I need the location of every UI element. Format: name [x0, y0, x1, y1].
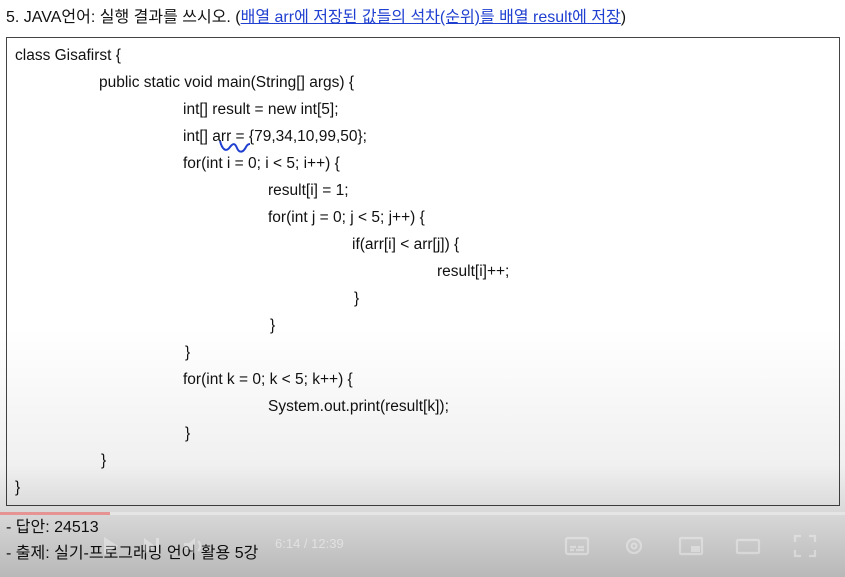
code-line: }	[185, 425, 191, 442]
code-line: }	[15, 479, 21, 496]
code-line: result[i]++;	[437, 263, 510, 280]
progress-bar[interactable]	[0, 512, 845, 515]
question-title: 5. JAVA언어: 실행 결과를 쓰시오. (배열 arr에 저장된 값들의 …	[6, 8, 841, 28]
subtitles-icon[interactable]	[563, 532, 591, 560]
code-line: }	[101, 452, 107, 469]
code-line: if(arr[i] < arr[j]) {	[352, 236, 460, 253]
code-line: System.out.print(result[k]);	[268, 398, 449, 415]
code-line: }	[185, 344, 191, 361]
next-icon[interactable]	[138, 532, 166, 560]
volume-icon[interactable]	[180, 532, 208, 560]
code-line: }	[354, 290, 360, 307]
play-icon[interactable]	[96, 532, 124, 560]
code-line: int[] result = new int[5];	[183, 101, 339, 118]
settings-icon[interactable]	[620, 532, 648, 560]
question-suffix: )	[620, 9, 627, 26]
code-line: for(int j = 0; j < 5; j++) {	[268, 209, 425, 226]
answer-line: - 답안: 24513	[6, 519, 99, 536]
question-prefix: 5. JAVA언어: 실행 결과를 쓰시오. (	[6, 9, 241, 26]
code-line: for(int k = 0; k < 5; k++) {	[183, 371, 353, 388]
progress-fill	[0, 512, 110, 515]
question-hint: 배열 arr에 저장된 값들의 석차(순위)를 배열 result에 저장	[240, 9, 621, 26]
code-line: for(int i = 0; i < 5; i++) {	[183, 155, 340, 172]
code-box: class Gisafirst { public static void mai…	[6, 37, 840, 506]
code-line: }	[270, 317, 276, 334]
code-line: int[] arr = {79,34,10,99,50};	[183, 128, 367, 145]
code-line: result[i] = 1;	[268, 182, 349, 199]
code-line: class Gisafirst {	[15, 47, 121, 64]
miniplayer-icon[interactable]	[677, 532, 705, 560]
code-line: public static void main(String[] args) {	[99, 74, 354, 91]
source-line: - 출제: 실기-프로그래밍 언어 활용 5강	[6, 545, 259, 562]
fullscreen-icon[interactable]	[791, 532, 819, 560]
handwritten-squiggle	[219, 140, 251, 153]
theater-icon[interactable]	[734, 532, 762, 560]
time-readout: 6:14 / 12:39	[275, 536, 344, 551]
